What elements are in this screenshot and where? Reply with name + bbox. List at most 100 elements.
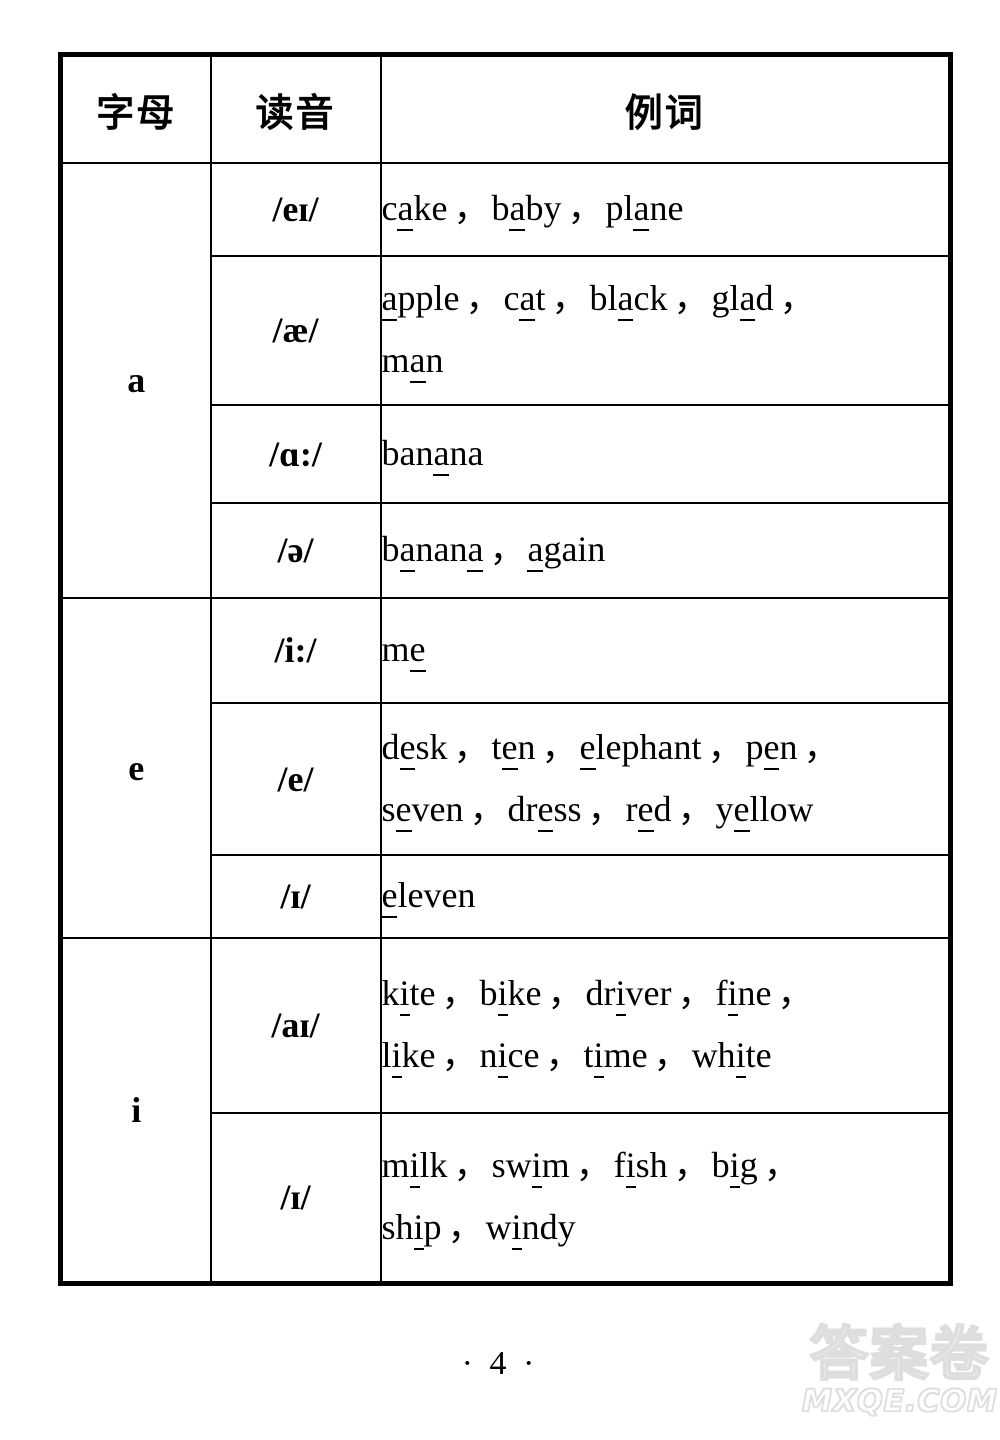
example-word: time — [584, 1035, 648, 1078]
word-separator: ， — [763, 1145, 800, 1186]
underlined-vowel: a — [467, 529, 484, 573]
underlined-vowel: e — [395, 788, 412, 832]
example-word: glad — [711, 278, 773, 322]
example-word: bike — [480, 973, 542, 1017]
sound-cell: /ɪ/ — [209, 1111, 382, 1285]
underlined-vowel: a — [509, 188, 526, 232]
underlined-vowel: a — [397, 188, 414, 232]
word-line: eleven — [381, 865, 949, 927]
word-separator: ， — [545, 1035, 582, 1075]
example-word: milk — [382, 1145, 448, 1189]
underlined-vowel: a — [433, 432, 450, 476]
word-separator: ， — [441, 973, 478, 1014]
word-line: me — [382, 619, 949, 681]
underlined-vowel: e — [579, 726, 596, 770]
word-separator: ， — [547, 973, 584, 1014]
page-number: · 4 · — [461, 1345, 539, 1382]
word-line: kite ，bike ，driver ，fine， — [382, 963, 949, 1025]
words-cell: kite ，bike ，driver ，fine， like ，nice ，time ，whi… — [379, 936, 952, 1114]
words-cell: banana — [379, 403, 952, 504]
underlined-vowel: a — [739, 278, 756, 322]
word-separator: ， — [803, 726, 840, 767]
example-word: man — [382, 340, 444, 383]
words-cell: me — [379, 596, 952, 704]
word-separator: ， — [453, 726, 490, 767]
underlined-vowel: i — [409, 1145, 420, 1189]
underlined-vowel: i — [729, 1145, 740, 1189]
word-line: milk ，swim ，fish ，big， — [382, 1135, 949, 1197]
example-word: nice — [480, 1035, 540, 1078]
underlined-vowel: e — [733, 788, 750, 832]
word-separator: ， — [707, 726, 744, 767]
sound-cell: /eɪ/ — [209, 161, 382, 257]
example-word: fine — [716, 973, 772, 1017]
sound-cell: /ɑ:/ — [209, 403, 382, 504]
word-separator: ， — [465, 278, 502, 319]
underlined-vowel: i — [735, 1035, 746, 1078]
word-separator: ， — [673, 278, 710, 319]
example-word: dress — [508, 788, 582, 832]
example-word: cat — [503, 278, 545, 322]
word-separator: ， — [551, 278, 588, 319]
word-separator: ， — [453, 1145, 490, 1186]
underlined-vowel: a — [381, 278, 398, 322]
underlined-vowel: i — [497, 973, 508, 1017]
header-letter: 字母 — [59, 53, 212, 164]
underlined-vowel: i — [391, 1035, 402, 1078]
word-line: banana ，again — [382, 519, 949, 581]
words-cell: desk ，ten ，elephant ，pen， seven ，dress ，red ，ye… — [379, 701, 952, 856]
underlined-vowel: e — [537, 788, 554, 832]
example-word: again — [527, 529, 605, 573]
table-row: e /i:/ me — [59, 596, 952, 939]
word-separator: ， — [587, 788, 624, 829]
word-line: like ，nice ，time ，white — [382, 1025, 949, 1087]
table-body: a /eɪ/ cake ，baby ，plane /æ/ apple ，cat ，bla… — [59, 161, 952, 1285]
underlined-vowel: e — [763, 726, 780, 770]
underlined-vowel: a — [633, 188, 650, 232]
example-word: yellow — [716, 788, 814, 832]
word-line: ship ，windy — [382, 1197, 949, 1259]
word-line: cake ，baby ，plane — [382, 178, 949, 240]
word-separator: ， — [489, 529, 526, 570]
underlined-vowel: i — [511, 1207, 522, 1251]
watermark-site-text: MXQE.COM — [801, 1384, 998, 1419]
underlined-vowel: i — [615, 973, 626, 1017]
word-line: desk ，ten ，elephant ，pen， — [382, 717, 949, 779]
underlined-vowel: e — [501, 726, 518, 770]
word-separator: ， — [469, 788, 506, 829]
example-word: banana — [382, 432, 483, 476]
letter-cell-a: a — [59, 161, 212, 599]
example-word: banana — [382, 529, 484, 573]
header-words: 例词 — [379, 53, 952, 164]
example-word: driver — [586, 973, 672, 1017]
sound-cell: /ɪ/ — [209, 853, 382, 939]
example-word: big — [712, 1145, 758, 1189]
sound-cell: /i:/ — [209, 596, 382, 704]
example-word: like — [382, 1035, 436, 1078]
example-word: windy — [486, 1207, 576, 1251]
underlined-vowel: e — [409, 629, 426, 673]
example-word: ship — [382, 1207, 442, 1251]
example-word: cake — [382, 188, 447, 232]
sound-cell: /ə/ — [209, 501, 382, 599]
letter-cell-e: e — [59, 596, 212, 939]
example-word: swim — [492, 1145, 570, 1189]
underlined-vowel: a — [617, 278, 634, 322]
words-cell: milk ，swim ，fish ，big， ship ，windy — [379, 1111, 952, 1285]
words-cell: eleven — [379, 853, 952, 939]
sound-cell: /e/ — [209, 701, 382, 856]
underlined-vowel: i — [727, 973, 738, 1017]
table-header-row: 字母 读音 例词 — [59, 53, 952, 164]
sound-cell: /aɪ/ — [209, 936, 382, 1114]
word-separator: ， — [447, 1207, 484, 1248]
example-word: desk — [382, 726, 448, 770]
underlined-vowel: i — [413, 1207, 424, 1251]
example-word: fish — [614, 1145, 668, 1189]
example-word: elephant — [579, 726, 701, 770]
header-sound: 读音 — [209, 53, 382, 164]
word-separator: ， — [575, 1145, 612, 1186]
word-separator: ， — [453, 188, 490, 229]
underlined-vowel: e — [399, 726, 416, 770]
example-word: apple — [381, 278, 459, 322]
word-separator: ， — [677, 973, 714, 1014]
